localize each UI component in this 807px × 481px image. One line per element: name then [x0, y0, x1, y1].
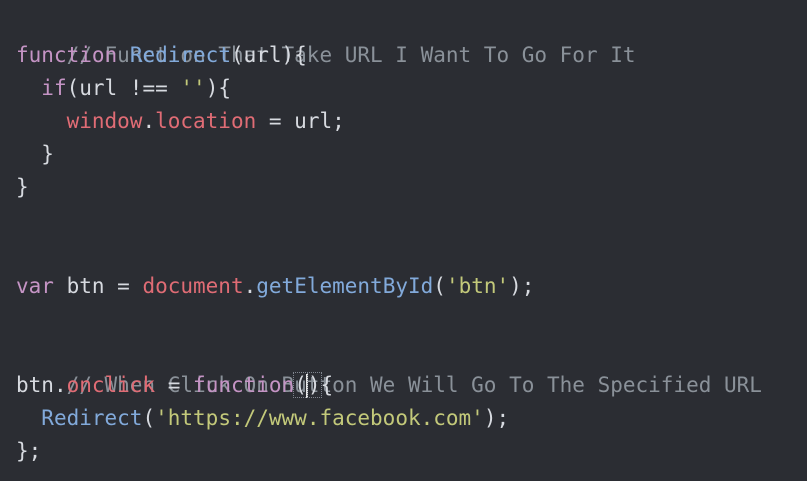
- identifier-btn: btn: [16, 373, 54, 397]
- string-literal-url: 'https://www.facebook.com': [155, 406, 484, 430]
- paren-close-matched: ): [306, 372, 322, 398]
- variable-declaration: btn =: [53, 274, 143, 298]
- condition: (url !==: [66, 76, 181, 100]
- dot: .: [243, 274, 257, 298]
- code-line-1: // Function That Take URL I Want To Go F…: [16, 6, 807, 67]
- keyword-function: function: [193, 373, 295, 397]
- code-line-8: // When Click On Button We Will Go To Th…: [16, 336, 807, 397]
- closing-brace: }: [16, 142, 54, 166]
- object-document: document: [142, 274, 244, 298]
- dot: .: [142, 109, 156, 133]
- code-line-blank-2: [16, 237, 807, 270]
- property-location: location: [155, 109, 257, 133]
- assignment: = url;: [256, 109, 345, 133]
- function-call-redirect: Redirect: [41, 406, 143, 430]
- code-line-5: }: [16, 138, 807, 171]
- condition-close: ){: [205, 76, 231, 100]
- code-line-blank-1: [16, 204, 807, 237]
- paren-close: );: [509, 274, 535, 298]
- keyword-if: if: [41, 76, 67, 100]
- function-name: Redirect: [129, 43, 231, 67]
- paren-close: );: [483, 406, 510, 430]
- code-line-4: window.location = url;: [16, 105, 807, 138]
- assignment: =: [155, 373, 194, 397]
- keyword-function: function: [16, 43, 118, 67]
- code-line-3: if(url !== ''){: [16, 72, 807, 105]
- params: (url){: [230, 43, 307, 67]
- code-line-6: }: [16, 171, 807, 204]
- brace-open: {: [320, 373, 334, 397]
- paren-open: (: [142, 406, 156, 430]
- keyword-var: var: [16, 274, 54, 298]
- code-editor[interactable]: // Function That Take URL I Want To Go F…: [0, 0, 807, 481]
- closing-brace: };: [16, 439, 42, 463]
- code-line-11: };: [16, 435, 807, 468]
- object-window: window: [66, 109, 143, 133]
- code-line-blank-3: [16, 303, 807, 336]
- code-line-7: var btn = document.getElementById('btn')…: [16, 270, 807, 303]
- property-onclick: onclick: [66, 373, 156, 397]
- paren-open: (: [433, 274, 446, 298]
- string-literal: '': [180, 76, 206, 100]
- code-line-10: Redirect('https://www.facebook.com');: [16, 402, 807, 435]
- dot: .: [53, 373, 67, 397]
- closing-brace: }: [16, 175, 29, 199]
- string-literal: 'btn': [445, 274, 510, 298]
- method-getelementbyid: getElementById: [256, 274, 434, 298]
